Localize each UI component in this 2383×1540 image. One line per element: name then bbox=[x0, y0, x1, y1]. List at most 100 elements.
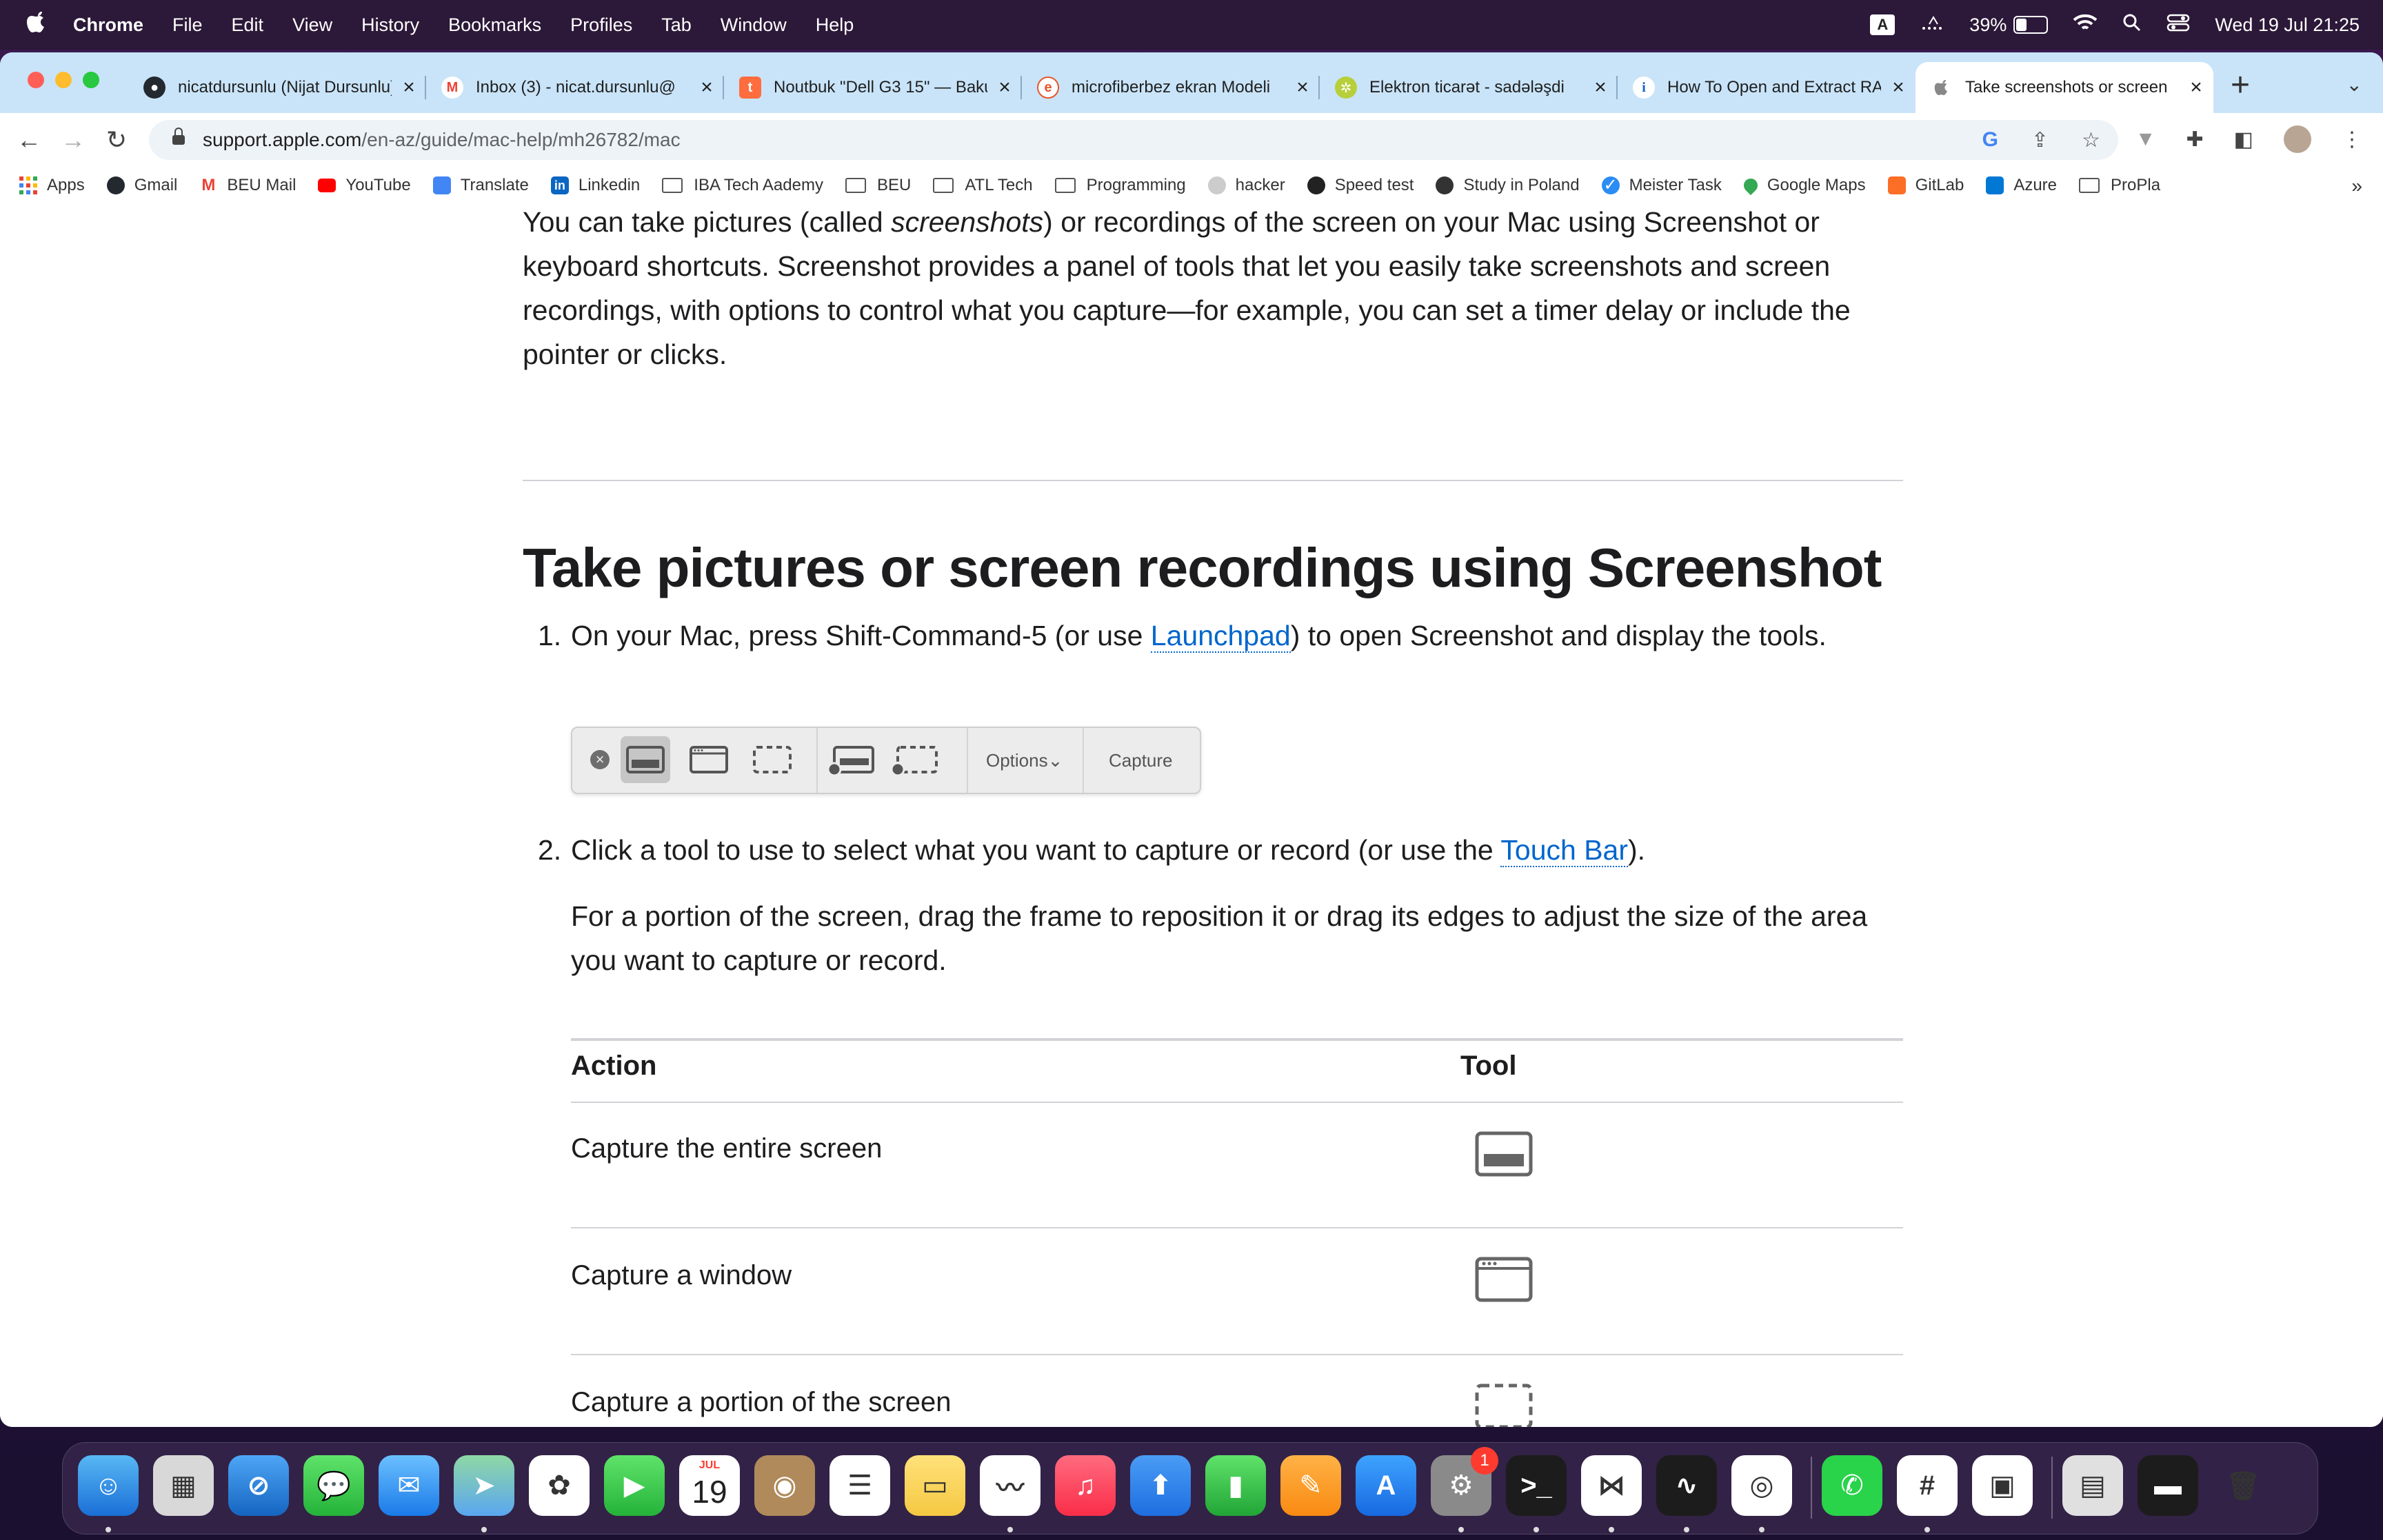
input-source-indicator[interactable]: A bbox=[1870, 14, 1896, 35]
menu-bookmarks[interactable]: Bookmarks bbox=[448, 14, 541, 36]
menu-profiles[interactable]: Profiles bbox=[570, 14, 632, 36]
tab-github[interactable]: ● nicatdursunlu (Nijat Dursunlu) × bbox=[128, 62, 426, 113]
bookmark-gmail[interactable]: Gmail bbox=[106, 176, 177, 195]
dock-app-music[interactable]: ♫ bbox=[1055, 1455, 1116, 1516]
dock-app-maps[interactable]: ➤ bbox=[454, 1455, 514, 1516]
dock-app-keynote[interactable]: ⬆ bbox=[1130, 1455, 1191, 1516]
battery-status[interactable]: 39% bbox=[1969, 14, 2049, 36]
bookmark-google-maps[interactable]: Google Maps bbox=[1740, 175, 1866, 196]
bookmark-youtube[interactable]: YouTube bbox=[318, 176, 411, 195]
dock-app-safari[interactable]: ⊘ bbox=[228, 1455, 289, 1516]
close-tab-icon[interactable]: × bbox=[1292, 76, 1313, 99]
share-icon[interactable]: ⇪ bbox=[2031, 128, 2049, 152]
bookmark-folder-atl[interactable]: ATL Tech bbox=[933, 176, 1033, 195]
dock-app-files[interactable]: ▤ bbox=[2062, 1455, 2123, 1516]
vpn-extension-icon[interactable]: ▼ bbox=[2135, 128, 2156, 151]
back-arrow-icon[interactable]: ← bbox=[17, 125, 41, 154]
dock-app-pages[interactable]: ✎ bbox=[1280, 1455, 1341, 1516]
dock-app-numbers[interactable]: ▮ bbox=[1205, 1455, 1266, 1516]
bookmark-azure[interactable]: Azure bbox=[1986, 176, 2057, 195]
dock-app-activity-monitor[interactable]: ∿ bbox=[1656, 1455, 1717, 1516]
tab-microfiberbez[interactable]: e microfiberbez ekran Modeli × bbox=[1022, 62, 1320, 113]
minimize-window-button[interactable] bbox=[55, 72, 72, 88]
close-tab-icon[interactable]: × bbox=[994, 76, 1015, 99]
menu-file[interactable]: File bbox=[172, 14, 203, 36]
spotlight-search-icon[interactable] bbox=[2122, 13, 2142, 37]
profile-avatar[interactable] bbox=[2284, 125, 2311, 153]
close-tab-icon[interactable]: × bbox=[1888, 76, 1909, 99]
dock-app-vs-code[interactable]: ⋈ bbox=[1581, 1455, 1642, 1516]
forward-arrow-icon[interactable]: → bbox=[61, 125, 86, 154]
tab-gmail-inbox[interactable]: M Inbox (3) - nicat.dursunlu@ × bbox=[426, 62, 724, 113]
dock-app-launchpad[interactable]: ▦ bbox=[153, 1455, 214, 1516]
new-tab-plus-icon[interactable]: + bbox=[2231, 66, 2250, 104]
bookmark-folder-beu[interactable]: BEU bbox=[845, 176, 911, 195]
dock-app-reminders[interactable]: ☰ bbox=[829, 1455, 890, 1516]
menu-app-name[interactable]: Chrome bbox=[73, 14, 143, 36]
dock-app-preview[interactable]: ▣ bbox=[1972, 1455, 2033, 1516]
dock-app-messages[interactable]: 💬 bbox=[303, 1455, 364, 1516]
dock-app-app-store[interactable]: A bbox=[1356, 1455, 1416, 1516]
launchpad-link[interactable]: Launchpad bbox=[1150, 620, 1291, 653]
dock-app-chrome[interactable]: ◎ bbox=[1731, 1455, 1792, 1516]
bookmark-beu-mail[interactable]: M BEU Mail bbox=[199, 176, 296, 195]
bluetooth-activity-icon[interactable] bbox=[1920, 14, 1944, 36]
dock-app-slack[interactable]: # bbox=[1897, 1455, 1958, 1516]
menu-view[interactable]: View bbox=[292, 14, 332, 36]
tab-search-chevron-icon[interactable]: ⌄ bbox=[2346, 73, 2362, 96]
bookmark-meister-task[interactable]: ✓ Meister Task bbox=[1601, 176, 1722, 195]
bookmark-gitlab[interactable]: GitLab bbox=[1887, 176, 1964, 195]
dock-app-notes[interactable]: ▭ bbox=[905, 1455, 965, 1516]
close-tab-icon[interactable]: × bbox=[2186, 76, 2206, 99]
bookmark-apps[interactable]: Apps bbox=[19, 176, 85, 195]
zoom-window-button[interactable] bbox=[83, 72, 99, 88]
dock-app-contacts[interactable]: ◉ bbox=[754, 1455, 815, 1516]
bookmark-hacker[interactable]: hacker bbox=[1207, 176, 1285, 195]
tab-noutbuk[interactable]: t Noutbuk "Dell G3 15" — Baku × bbox=[724, 62, 1022, 113]
dock-app-facetime[interactable]: ▶ bbox=[604, 1455, 665, 1516]
dock-app-terminal[interactable]: >_ bbox=[1506, 1455, 1567, 1516]
side-panel-icon[interactable]: ◧ bbox=[2234, 128, 2253, 152]
menu-window[interactable]: Window bbox=[721, 14, 787, 36]
apple-menu-icon[interactable] bbox=[26, 10, 54, 40]
bookmark-folder-programming[interactable]: Programming bbox=[1054, 176, 1186, 195]
close-tab-icon[interactable]: × bbox=[399, 76, 419, 99]
reload-icon[interactable]: ↻ bbox=[106, 125, 127, 154]
tab-rar-guide[interactable]: i How To Open and Extract RAR × bbox=[1618, 62, 1916, 113]
bookmark-star-icon[interactable]: ☆ bbox=[2082, 128, 2100, 152]
wifi-icon[interactable] bbox=[2073, 13, 2098, 37]
dock-app-finder[interactable]: ☺ bbox=[78, 1455, 139, 1516]
menu-tab[interactable]: Tab bbox=[661, 14, 692, 36]
bookmark-speed-test[interactable]: Speed test bbox=[1307, 176, 1414, 195]
dock-app-photos[interactable]: ✿ bbox=[529, 1455, 590, 1516]
menu-help[interactable]: Help bbox=[816, 14, 854, 36]
control-center-icon[interactable] bbox=[2166, 13, 2190, 37]
tab-elektron-ticaret[interactable]: ✲ Elektron ticarət - sadələşdi × bbox=[1320, 62, 1618, 113]
bookmark-folder-propla[interactable]: ProPla bbox=[2079, 176, 2160, 195]
bookmark-folder-iba[interactable]: IBA Tech Aademy bbox=[662, 176, 823, 195]
menu-history[interactable]: History bbox=[361, 14, 419, 36]
close-tab-icon[interactable]: × bbox=[696, 76, 717, 99]
dock-app-freeform[interactable]: 〰 bbox=[980, 1455, 1040, 1516]
touch-bar-link[interactable]: Touch Bar bbox=[1500, 834, 1628, 867]
menu-edit[interactable]: Edit bbox=[232, 14, 264, 36]
lock-icon[interactable] bbox=[172, 128, 185, 145]
dock-app-calendar[interactable]: JUL 19 bbox=[679, 1455, 740, 1516]
dock-app-terminal-window[interactable]: ▬ bbox=[2138, 1455, 2198, 1516]
address-bar[interactable]: support.apple.com/en-az/guide/mac-help/m… bbox=[149, 120, 2118, 160]
chrome-menu-icon[interactable]: ⋮ bbox=[2342, 128, 2362, 152]
dock-app-trash[interactable]: 🗑 bbox=[2213, 1455, 2273, 1516]
bookmark-translate[interactable]: Translate bbox=[432, 176, 529, 195]
bookmarks-overflow-icon[interactable]: » bbox=[2351, 175, 2362, 197]
dock-app-mail[interactable]: ✉ bbox=[379, 1455, 439, 1516]
bookmark-study-in-poland[interactable]: Study in Poland bbox=[1436, 176, 1580, 195]
close-tab-icon[interactable]: × bbox=[1590, 76, 1611, 99]
dock-app-whatsapp[interactable]: ✆ bbox=[1822, 1455, 1882, 1516]
dock-app-system-settings[interactable]: ⚙ 1 bbox=[1431, 1447, 1498, 1516]
menu-clock[interactable]: Wed 19 Jul 21:25 bbox=[2215, 14, 2360, 36]
extensions-puzzle-icon[interactable]: ✚ bbox=[2186, 128, 2204, 152]
tab-take-screenshots-active[interactable]: Take screenshots or screen × bbox=[1916, 62, 2213, 113]
google-translate-icon[interactable]: G bbox=[1982, 128, 1998, 152]
close-window-button[interactable] bbox=[28, 72, 44, 88]
bookmark-linkedin[interactable]: in Linkedin bbox=[550, 176, 640, 195]
